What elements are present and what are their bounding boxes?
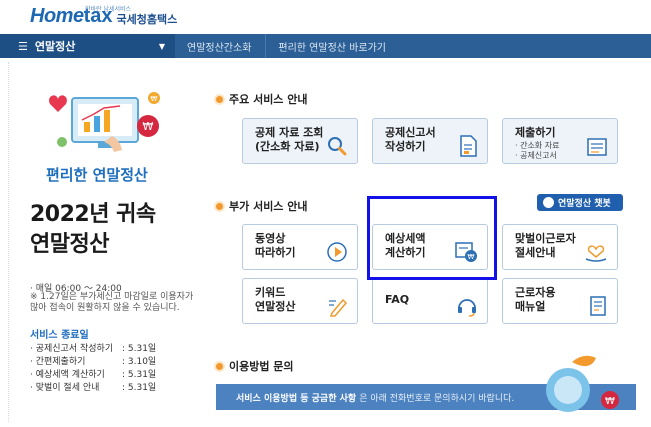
- schedule-label: · 공제신고서 작성하기: [30, 344, 114, 354]
- chatbot-label: 연말정산 챗봇: [558, 199, 611, 209]
- report-icon: [587, 138, 607, 156]
- document-icon: [460, 135, 477, 157]
- page-title: 2022년 귀속 연말정산: [30, 200, 156, 260]
- chatbot-icon: [543, 197, 554, 208]
- hamburger-icon: ☰: [18, 39, 28, 53]
- banner-bold-text: 서비스 이용방법 등 궁금한 사항: [236, 393, 357, 404]
- schedule-date: : 5.31일: [122, 383, 157, 393]
- card-deduction-lookup[interactable]: 공제 자료 조회 (간소화 자료): [242, 118, 358, 164]
- bullet-dot-icon: [216, 202, 223, 210]
- divider: [8, 62, 9, 422]
- main-services-title: 주요 서비스 안내: [229, 93, 308, 106]
- hometax-logo[interactable]: 한바란 납세서비스 Home tax 국세청홈택스: [30, 3, 177, 29]
- card-dual-income[interactable]: 맞벌이근로자 절세안내: [502, 224, 618, 270]
- svg-text:₩: ₩: [151, 95, 158, 103]
- card-manual[interactable]: 근로자용 매뉴얼: [502, 278, 618, 324]
- svg-text:₩: ₩: [605, 396, 615, 407]
- caret-down-icon: ▼: [158, 41, 165, 51]
- bullet-dot-icon: [216, 95, 223, 103]
- contact-heading: 이용방법 문의: [216, 358, 294, 374]
- schedule-date: : 5.31일: [122, 344, 157, 354]
- logo-home-text: Home: [30, 4, 84, 27]
- nav-link-simplified[interactable]: 연말정산간소화: [175, 34, 267, 58]
- year-end-settlement-illustration: ₩ ₩: [49, 92, 160, 152]
- card-video-guide[interactable]: 동영상 따라하기: [242, 224, 358, 270]
- schedule-title: 서비스 종료일: [30, 330, 89, 341]
- pencil-icon: [329, 298, 348, 317]
- logo-tagline: 한바란 납세서비스: [85, 6, 132, 13]
- contact-title: 이용방법 문의: [229, 360, 294, 373]
- schedule-label: · 맞벌이 절세 안내: [30, 383, 100, 393]
- main-services-heading: 주요 서비스 안내: [216, 91, 308, 107]
- bullet-dot-icon: [216, 362, 223, 370]
- banner-text: 은 아래 전화번호로 문의하시기 바랍니다.: [359, 393, 515, 404]
- manual-icon: [590, 296, 606, 316]
- schedule-label: · 예상세액 계산하기: [30, 370, 105, 380]
- extra-services-title: 부가 서비스 안내: [229, 200, 308, 213]
- schedule-row: · 예상세액 계산하기 : 5.31일: [30, 367, 156, 380]
- svg-text:₩: ₩: [143, 120, 154, 133]
- service-notice: ※ 1.27일은 부가세신고 마감일로 이용자가 많아 접속이 원활하지 않을 …: [30, 292, 194, 313]
- schedule-label: · 간편제출하기: [30, 357, 86, 367]
- card-faq[interactable]: FAQ: [372, 278, 488, 324]
- nav-link-shortcut[interactable]: 편리한 연말정산 바로가기: [266, 34, 400, 58]
- card-deduction-form[interactable]: 공제신고서 작성하기: [372, 118, 488, 164]
- schedule-row: · 공제신고서 작성하기 : 5.31일: [30, 341, 156, 354]
- schedule-date: : 5.31일: [122, 370, 157, 380]
- card-submit[interactable]: 제출하기 · 간소화 자료 · 공제신고서: [502, 118, 618, 164]
- chatbot-button[interactable]: 연말정산 챗봇: [537, 194, 623, 211]
- couple-icon: [585, 245, 607, 262]
- card-keyword[interactable]: 키워드 연말정산: [242, 278, 358, 324]
- schedule-row: · 맞벌이 절세 안내 : 5.31일: [30, 380, 156, 393]
- page-title-line2: 연말정산: [30, 232, 109, 257]
- menu-dropdown[interactable]: ☰ 연말정산 ▼: [0, 34, 175, 58]
- highlight-box: [367, 196, 497, 280]
- mascot-illustration: ₩: [546, 355, 619, 412]
- page: 한바란 납세서비스 Home tax 국세청홈택스 ☰ 연말정산 ▼ 연말정산간…: [0, 0, 651, 427]
- left-subtitle: 편리한 연말정산: [46, 166, 148, 184]
- play-icon: [327, 242, 347, 262]
- headset-icon: [458, 299, 476, 317]
- magnifier-icon: [328, 137, 347, 156]
- schedule-list: · 공제신고서 작성하기 : 5.31일 · 간편제출하기 : 3.10일 · …: [30, 341, 156, 393]
- extra-services-heading: 부가 서비스 안내: [216, 198, 308, 214]
- top-navbar: ☰ 연말정산 ▼ 연말정산간소화 편리한 연말정산 바로가기: [0, 34, 651, 58]
- schedule-date: : 3.10일: [122, 357, 157, 367]
- menu-dropdown-label: 연말정산: [34, 40, 76, 53]
- page-title-line1: 2022년 귀속: [30, 202, 156, 227]
- schedule-row: · 간편제출하기 : 3.10일: [30, 354, 156, 367]
